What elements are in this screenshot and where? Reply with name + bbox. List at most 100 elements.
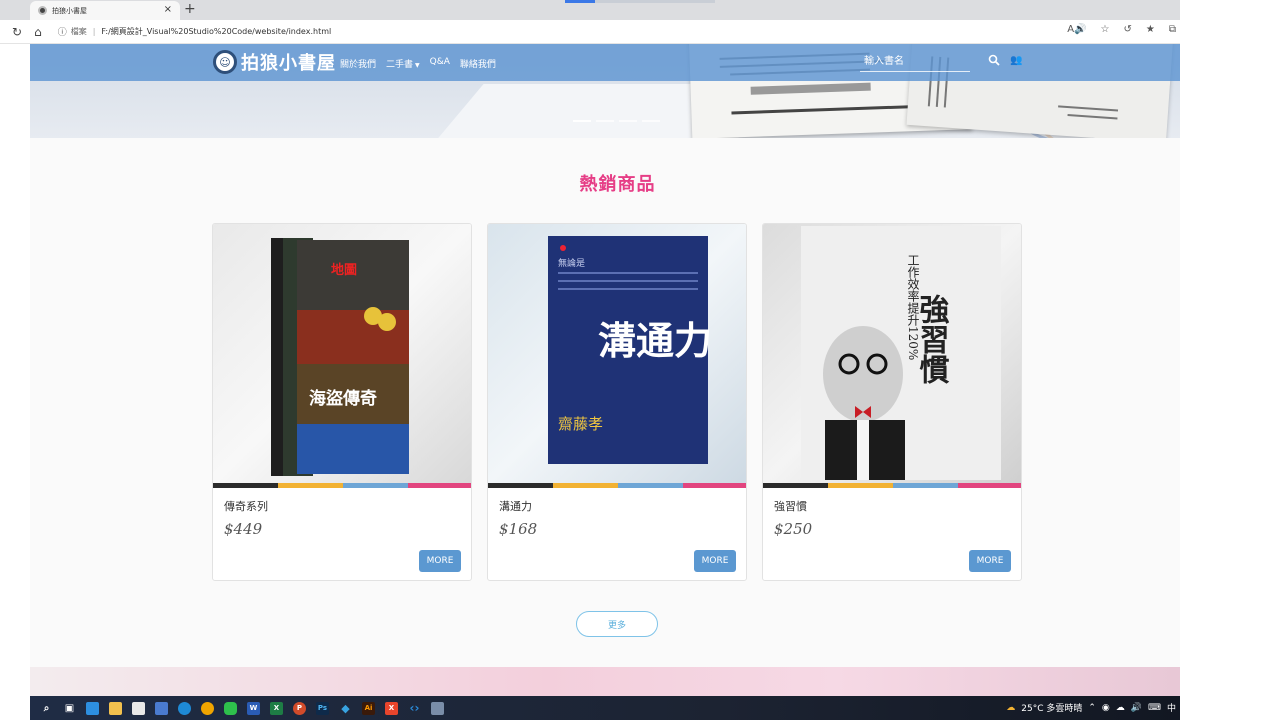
address-bar-actions: A🔊 ☆ ↺ ★ ⧉ <box>1067 24 1176 35</box>
ime-indicator[interactable]: 中 <box>1167 701 1176 714</box>
word-icon[interactable]: W <box>247 701 260 715</box>
nav-links: 關於我們 二手書 ▼ Q&A 聯絡我們 <box>340 57 496 70</box>
mail-icon[interactable] <box>155 701 168 715</box>
wolf-logo-icon: ☺ <box>213 50 237 74</box>
nav-contact-link[interactable]: 聯絡我們 <box>460 57 496 70</box>
more-button[interactable]: MORE <box>419 550 461 572</box>
carousel-indicator[interactable] <box>642 120 660 122</box>
tab-accent <box>565 0 595 3</box>
file-explorer-icon[interactable] <box>109 701 122 715</box>
refresh-sync-icon[interactable]: ↺ <box>1124 24 1132 35</box>
more-products-button[interactable]: 更多 <box>576 611 658 637</box>
product-image[interactable]: 強習慣 工作效率提升120% <box>763 224 1021 483</box>
tray-chevron-icon[interactable]: ⌃ <box>1088 703 1096 713</box>
browser-tab-bar: 拍狼小書屋 × + <box>0 0 1180 20</box>
hero-text-line <box>731 104 922 115</box>
footer-banner <box>30 667 1180 696</box>
app-icon[interactable] <box>431 701 444 715</box>
hero-figures <box>750 82 871 95</box>
stripe-segment <box>893 483 958 488</box>
new-tab-button[interactable]: + <box>184 1 196 17</box>
stripe-segment <box>618 483 683 488</box>
search-icon[interactable]: ⌕ <box>40 702 53 715</box>
search-icon[interactable] <box>988 54 1000 66</box>
info-icon[interactable]: ⓘ <box>58 25 67 38</box>
app-icon[interactable] <box>86 701 99 715</box>
illustrator-icon[interactable]: Ai <box>362 701 375 715</box>
site-favicon-icon <box>38 6 47 15</box>
photoshop-icon[interactable]: Ps <box>316 701 329 715</box>
task-view-icon[interactable]: ▣ <box>63 702 76 715</box>
url-field[interactable]: ⓘ 檔案 | F:/網頁設計_Visual%20Studio%20Code/we… <box>58 25 332 38</box>
stripe-segment <box>958 483 1021 488</box>
stripe-segment <box>828 483 893 488</box>
product-price: $449 <box>224 520 263 538</box>
color-stripe <box>763 483 1021 488</box>
product-image[interactable]: 地圖 海盜傳奇 <box>213 224 471 483</box>
droplet-app-icon[interactable]: ◆ <box>339 702 352 715</box>
url-text[interactable]: F:/網頁設計_Visual%20Studio%20Code/website/i… <box>101 26 331 37</box>
favorites-icon[interactable]: ★ <box>1146 24 1155 35</box>
home-icon[interactable]: ⌂ <box>34 25 42 39</box>
system-tray: ☁ 25°C 多雲時晴 ⌃ ◉ ☁ 🔊 ⌨ 中 <box>1006 701 1176 715</box>
logo-text: 拍狼小書屋 <box>241 53 336 74</box>
carousel-indicator[interactable] <box>619 120 637 122</box>
site-navbar: ☺ 拍狼小書屋 關於我們 二手書 ▼ Q&A 聯絡我們 輸入書名 👥 <box>30 44 1180 81</box>
product-card[interactable]: 地圖 海盜傳奇 傳奇系列 $449 MORE <box>212 223 472 581</box>
network-icon[interactable]: ◉ <box>1102 703 1110 713</box>
read-aloud-icon[interactable]: A🔊 <box>1067 24 1086 35</box>
book3-subtitle: 工作效率提升120% <box>906 254 920 360</box>
stripe-segment <box>488 483 553 488</box>
browser-tab[interactable]: 拍狼小書屋 × <box>30 1 180 20</box>
product-price: $168 <box>499 520 538 538</box>
stripe-segment <box>213 483 278 488</box>
stripe-segment <box>408 483 471 488</box>
stripe-segment <box>278 483 343 488</box>
vscode-icon[interactable]: ‹› <box>408 701 421 715</box>
hero-text-line <box>1058 105 1119 112</box>
url-separator: | <box>92 27 96 36</box>
tab-close-icon[interactable]: × <box>164 4 172 15</box>
volume-icon[interactable]: 🔊 <box>1131 703 1142 713</box>
excel-icon[interactable]: X <box>270 701 283 715</box>
product-price: $250 <box>774 520 813 538</box>
chrome-browser-icon[interactable] <box>201 701 214 715</box>
xmind-icon[interactable]: X <box>385 701 398 715</box>
os-taskbar: ⌕ ▣ W X P Ps ◆ Ai X ‹› ☁ 25°C 多雲時晴 ⌃ ◉ ☁… <box>30 696 1180 720</box>
color-stripe <box>213 483 471 488</box>
site-logo[interactable]: ☺ 拍狼小書屋 <box>213 49 336 75</box>
keyboard-icon[interactable]: ⌨ <box>1148 703 1161 713</box>
product-card[interactable]: 無論是 溝通力 齋藤孝 溝通力 $168 MORE <box>487 223 747 581</box>
product-image[interactable]: 無論是 溝通力 齋藤孝 <box>488 224 746 483</box>
carousel-indicator[interactable] <box>573 120 591 122</box>
svg-text:無論是: 無論是 <box>558 257 585 269</box>
book1-title: 海盜傳奇 <box>309 388 377 409</box>
hero-text-line <box>1067 114 1118 120</box>
tab-title: 拍狼小書屋 <box>52 6 87 15</box>
collections-icon[interactable]: ⧉ <box>1169 24 1176 35</box>
more-button[interactable]: MORE <box>969 550 1011 572</box>
product-name[interactable]: 溝通力 <box>499 498 532 514</box>
product-card[interactable]: 強習慣 工作效率提升120% 強習慣 $250 MORE <box>762 223 1022 581</box>
weather-text[interactable]: 25°C 多雲時晴 <box>1021 701 1082 714</box>
stripe-segment <box>763 483 828 488</box>
members-icon[interactable]: 👥 <box>1010 55 1022 66</box>
favorite-add-icon[interactable]: ☆ <box>1101 24 1110 35</box>
book2-title: 溝通力 <box>598 318 712 363</box>
product-name[interactable]: 傳奇系列 <box>224 498 268 514</box>
product-name[interactable]: 強習慣 <box>774 498 807 514</box>
line-app-icon[interactable] <box>224 701 237 715</box>
cloud-icon[interactable]: ☁ <box>1116 703 1125 713</box>
carousel-indicator[interactable] <box>596 120 614 122</box>
refresh-icon[interactable]: ↻ <box>12 25 22 39</box>
search-input[interactable]: 輸入書名 <box>860 54 970 72</box>
nav-about-link[interactable]: 關於我們 <box>340 57 376 70</box>
edge-browser-icon[interactable] <box>178 701 191 715</box>
powerpoint-icon[interactable]: P <box>293 701 306 715</box>
more-button[interactable]: MORE <box>694 550 736 572</box>
nav-qa-link[interactable]: Q&A <box>430 57 450 70</box>
calendar-icon[interactable] <box>132 701 145 715</box>
address-bar: ↻ ⌂ ⓘ 檔案 | F:/網頁設計_Visual%20Studio%20Cod… <box>0 20 1180 44</box>
web-page: ☺ 拍狼小書屋 關於我們 二手書▼ Q&A 聯絡我們 輸入書名 👥 熱銷商品 <box>30 44 1180 696</box>
nav-secondhand-dropdown[interactable]: 二手書 ▼ <box>386 57 420 70</box>
